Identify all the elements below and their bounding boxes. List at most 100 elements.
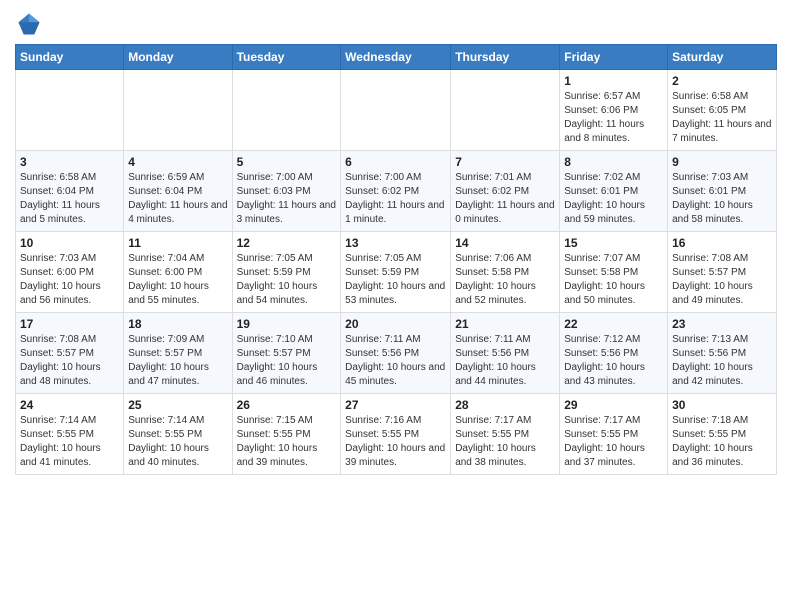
day-info: Sunrise: 7:10 AM Sunset: 5:57 PM Dayligh…: [237, 333, 337, 389]
day-number: 5: [237, 155, 337, 169]
calendar-cell: 18 Sunrise: 7:09 AM Sunset: 5:57 PM Dayli…: [124, 313, 232, 394]
calendar-weekday-sunday: Sunday: [16, 45, 124, 70]
day-number: 19: [237, 317, 337, 331]
day-info: Sunrise: 7:09 AM Sunset: 5:57 PM Dayligh…: [128, 333, 227, 389]
day-number: 22: [564, 317, 663, 331]
day-info: Sunrise: 7:01 AM Sunset: 6:02 PM Dayligh…: [455, 171, 555, 227]
day-number: 14: [455, 236, 555, 250]
calendar-cell: 2 Sunrise: 6:58 AM Sunset: 6:05 PM Daylig…: [668, 70, 777, 151]
calendar-cell: 27 Sunrise: 7:16 AM Sunset: 5:55 PM Dayli…: [341, 394, 451, 475]
calendar-cell: 23 Sunrise: 7:13 AM Sunset: 5:56 PM Dayli…: [668, 313, 777, 394]
calendar-cell: 30 Sunrise: 7:18 AM Sunset: 5:55 PM Dayli…: [668, 394, 777, 475]
calendar-header-row: SundayMondayTuesdayWednesdayThursdayFrid…: [16, 45, 777, 70]
day-number: 16: [672, 236, 772, 250]
page: SundayMondayTuesdayWednesdayThursdayFrid…: [0, 0, 792, 612]
day-number: 28: [455, 398, 555, 412]
calendar-cell: 24 Sunrise: 7:14 AM Sunset: 5:55 PM Dayli…: [16, 394, 124, 475]
calendar-cell: 15Sunrise: 7:07 AM Sunset: 5:58 PM Dayli…: [560, 232, 668, 313]
calendar-cell: 29 Sunrise: 7:17 AM Sunset: 5:55 PM Dayli…: [560, 394, 668, 475]
calendar-cell: [232, 70, 341, 151]
day-number: 4: [128, 155, 227, 169]
day-info: Sunrise: 7:14 AM Sunset: 5:55 PM Dayligh…: [128, 414, 227, 470]
day-info: Sunrise: 6:59 AM Sunset: 6:04 PM Dayligh…: [128, 171, 227, 227]
calendar-cell: 9 Sunrise: 7:03 AM Sunset: 6:01 PM Daylig…: [668, 151, 777, 232]
calendar-cell: 16 Sunrise: 7:08 AM Sunset: 5:57 PM Dayli…: [668, 232, 777, 313]
day-number: 23: [672, 317, 772, 331]
day-number: 1: [564, 74, 663, 88]
day-number: 12: [237, 236, 337, 250]
calendar-weekday-thursday: Thursday: [451, 45, 560, 70]
calendar-cell: [341, 70, 451, 151]
day-info: Sunrise: 7:14 AM Sunset: 5:55 PM Dayligh…: [20, 414, 119, 470]
calendar-weekday-saturday: Saturday: [668, 45, 777, 70]
day-number: 29: [564, 398, 663, 412]
calendar-cell: 11 Sunrise: 7:04 AM Sunset: 6:00 PM Dayli…: [124, 232, 232, 313]
calendar-cell: 6Sunrise: 7:00 AM Sunset: 6:02 PM Daylig…: [341, 151, 451, 232]
day-info: Sunrise: 7:11 AM Sunset: 5:56 PM Dayligh…: [455, 333, 555, 389]
day-number: 11: [128, 236, 227, 250]
day-info: Sunrise: 7:04 AM Sunset: 6:00 PM Dayligh…: [128, 252, 227, 308]
day-info: Sunrise: 6:58 AM Sunset: 6:04 PM Dayligh…: [20, 171, 119, 227]
calendar-cell: 26 Sunrise: 7:15 AM Sunset: 5:55 PM Dayli…: [232, 394, 341, 475]
day-number: 8: [564, 155, 663, 169]
day-number: 10: [20, 236, 119, 250]
day-info: Sunrise: 7:18 AM Sunset: 5:55 PM Dayligh…: [672, 414, 772, 470]
day-info: Sunrise: 7:05 AM Sunset: 5:59 PM Dayligh…: [237, 252, 337, 308]
calendar-cell: 4 Sunrise: 6:59 AM Sunset: 6:04 PM Daylig…: [124, 151, 232, 232]
day-info: Sunrise: 7:16 AM Sunset: 5:55 PM Dayligh…: [345, 414, 446, 470]
day-number: 27: [345, 398, 446, 412]
header: [15, 10, 777, 38]
day-info: Sunrise: 7:06 AM Sunset: 5:58 PM Dayligh…: [455, 252, 555, 308]
calendar-cell: 10 Sunrise: 7:03 AM Sunset: 6:00 PM Dayli…: [16, 232, 124, 313]
day-info: Sunrise: 6:58 AM Sunset: 6:05 PM Dayligh…: [672, 90, 772, 146]
day-info: Sunrise: 7:13 AM Sunset: 5:56 PM Dayligh…: [672, 333, 772, 389]
calendar: SundayMondayTuesdayWednesdayThursdayFrid…: [15, 44, 777, 475]
calendar-weekday-monday: Monday: [124, 45, 232, 70]
calendar-cell: 5 Sunrise: 7:00 AM Sunset: 6:03 PM Daylig…: [232, 151, 341, 232]
day-number: 25: [128, 398, 227, 412]
day-info: Sunrise: 7:17 AM Sunset: 5:55 PM Dayligh…: [455, 414, 555, 470]
calendar-cell: [451, 70, 560, 151]
day-number: 18: [128, 317, 227, 331]
day-info: Sunrise: 7:08 AM Sunset: 5:57 PM Dayligh…: [20, 333, 119, 389]
day-number: 26: [237, 398, 337, 412]
logo-icon: [15, 10, 43, 38]
calendar-cell: 1 Sunrise: 6:57 AM Sunset: 6:06 PM Daylig…: [560, 70, 668, 151]
day-number: 3: [20, 155, 119, 169]
day-info: Sunrise: 7:08 AM Sunset: 5:57 PM Dayligh…: [672, 252, 772, 308]
calendar-cell: 19 Sunrise: 7:10 AM Sunset: 5:57 PM Dayli…: [232, 313, 341, 394]
day-number: 13: [345, 236, 446, 250]
day-info: Sunrise: 7:03 AM Sunset: 6:01 PM Dayligh…: [672, 171, 772, 227]
calendar-week-row: 1 Sunrise: 6:57 AM Sunset: 6:06 PM Daylig…: [16, 70, 777, 151]
calendar-weekday-friday: Friday: [560, 45, 668, 70]
day-info: Sunrise: 7:17 AM Sunset: 5:55 PM Dayligh…: [564, 414, 663, 470]
day-number: 20: [345, 317, 446, 331]
calendar-cell: 22 Sunrise: 7:12 AM Sunset: 5:56 PM Dayli…: [560, 313, 668, 394]
day-info: Sunrise: 6:57 AM Sunset: 6:06 PM Dayligh…: [564, 90, 663, 146]
calendar-week-row: 10 Sunrise: 7:03 AM Sunset: 6:00 PM Dayli…: [16, 232, 777, 313]
day-number: 9: [672, 155, 772, 169]
day-number: 24: [20, 398, 119, 412]
calendar-cell: 21Sunrise: 7:11 AM Sunset: 5:56 PM Dayli…: [451, 313, 560, 394]
calendar-cell: 13 Sunrise: 7:05 AM Sunset: 5:59 PM Dayli…: [341, 232, 451, 313]
day-number: 30: [672, 398, 772, 412]
calendar-weekday-tuesday: Tuesday: [232, 45, 341, 70]
calendar-cell: 28 Sunrise: 7:17 AM Sunset: 5:55 PM Dayli…: [451, 394, 560, 475]
calendar-week-row: 24 Sunrise: 7:14 AM Sunset: 5:55 PM Dayli…: [16, 394, 777, 475]
calendar-cell: 12 Sunrise: 7:05 AM Sunset: 5:59 PM Dayli…: [232, 232, 341, 313]
day-info: Sunrise: 7:03 AM Sunset: 6:00 PM Dayligh…: [20, 252, 119, 308]
calendar-week-row: 3 Sunrise: 6:58 AM Sunset: 6:04 PM Daylig…: [16, 151, 777, 232]
calendar-cell: [124, 70, 232, 151]
day-info: Sunrise: 7:12 AM Sunset: 5:56 PM Dayligh…: [564, 333, 663, 389]
calendar-cell: 17Sunrise: 7:08 AM Sunset: 5:57 PM Dayli…: [16, 313, 124, 394]
day-number: 7: [455, 155, 555, 169]
day-info: Sunrise: 7:15 AM Sunset: 5:55 PM Dayligh…: [237, 414, 337, 470]
calendar-cell: [16, 70, 124, 151]
calendar-cell: 7 Sunrise: 7:01 AM Sunset: 6:02 PM Daylig…: [451, 151, 560, 232]
logo: [15, 10, 47, 38]
calendar-week-row: 17Sunrise: 7:08 AM Sunset: 5:57 PM Dayli…: [16, 313, 777, 394]
day-info: Sunrise: 7:05 AM Sunset: 5:59 PM Dayligh…: [345, 252, 446, 308]
day-number: 2: [672, 74, 772, 88]
day-info: Sunrise: 7:00 AM Sunset: 6:03 PM Dayligh…: [237, 171, 337, 227]
calendar-weekday-wednesday: Wednesday: [341, 45, 451, 70]
